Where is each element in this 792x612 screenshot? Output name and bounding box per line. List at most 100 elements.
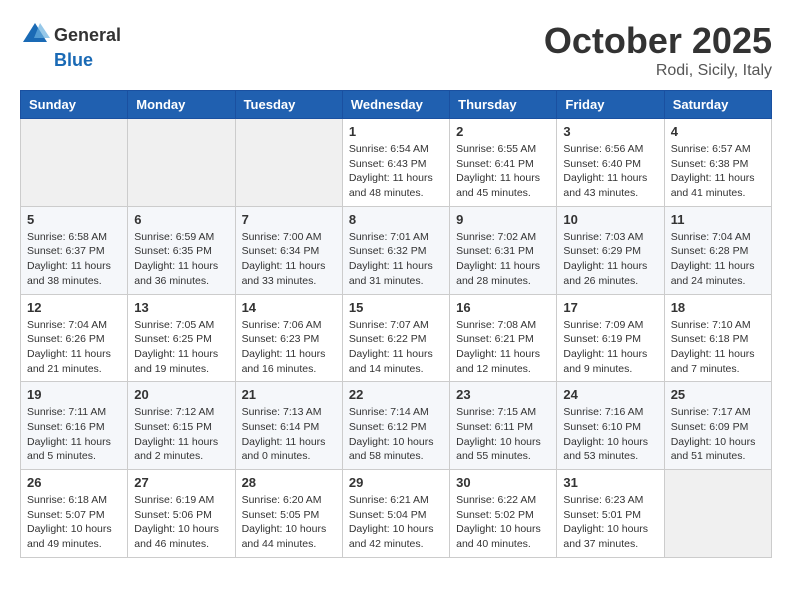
day-number: 26 (27, 475, 121, 490)
logo-blue-text: Blue (54, 50, 93, 71)
day-info: Sunrise: 7:13 AM Sunset: 6:14 PM Dayligh… (242, 405, 336, 464)
day-number: 29 (349, 475, 443, 490)
calendar-cell: 19 Sunrise: 7:11 AM Sunset: 6:16 PM Dayli… (21, 382, 128, 470)
day-number: 5 (27, 212, 121, 227)
day-number: 24 (563, 387, 657, 402)
calendar-week-row: 12Sunrise: 7:04 AM Sunset: 6:26 PM Dayli… (21, 294, 772, 382)
calendar-cell (128, 119, 235, 207)
day-number: 6 (134, 212, 228, 227)
calendar-cell: 11 Sunrise: 7:04 AM Sunset: 6:28 PM Dayli… (664, 206, 771, 294)
day-number: 4 (671, 124, 765, 139)
calendar-cell: 31 Sunrise: 6:23 AM Sunset: 5:01 PM Dayli… (557, 470, 664, 558)
calendar-cell: 25 Sunrise: 7:17 AM Sunset: 6:09 PM Dayli… (664, 382, 771, 470)
day-info: Sunrise: 6:54 AM Sunset: 6:43 PM Dayligh… (349, 142, 443, 201)
day-number: 28 (242, 475, 336, 490)
day-info: Sunrise: 7:17 AM Sunset: 6:09 PM Dayligh… (671, 405, 765, 464)
calendar-cell: 17 Sunrise: 7:09 AM Sunset: 6:19 PM Dayli… (557, 294, 664, 382)
calendar-week-row: 26 Sunrise: 6:18 AM Sunset: 5:07 PM Dayli… (21, 470, 772, 558)
calendar-cell: 30Sunrise: 6:22 AM Sunset: 5:02 PM Dayli… (450, 470, 557, 558)
calendar-cell: 16 Sunrise: 7:08 AM Sunset: 6:21 PM Dayli… (450, 294, 557, 382)
day-info: Sunrise: 7:15 AM Sunset: 6:11 PM Dayligh… (456, 405, 550, 464)
day-info: Sunrise: 6:18 AM Sunset: 5:07 PM Dayligh… (27, 493, 121, 552)
calendar-cell: 7 Sunrise: 7:00 AM Sunset: 6:34 PM Daylig… (235, 206, 342, 294)
month-title: October 2025 (544, 20, 772, 62)
day-number: 19 (27, 387, 121, 402)
day-info: Sunrise: 7:09 AM Sunset: 6:19 PM Dayligh… (563, 318, 657, 377)
day-number: 9 (456, 212, 550, 227)
calendar-cell: 5 Sunrise: 6:58 AM Sunset: 6:37 PM Daylig… (21, 206, 128, 294)
title-area: October 2025 Rodi, Sicily, Italy (544, 20, 772, 80)
calendar-cell: 10 Sunrise: 7:03 AM Sunset: 6:29 PM Dayli… (557, 206, 664, 294)
day-number: 11 (671, 212, 765, 227)
day-number: 13 (134, 300, 228, 315)
day-info: Sunrise: 7:11 AM Sunset: 6:16 PM Dayligh… (27, 405, 121, 464)
day-info: Sunrise: 6:55 AM Sunset: 6:41 PM Dayligh… (456, 142, 550, 201)
logo-icon (20, 20, 50, 50)
day-info: Sunrise: 7:00 AM Sunset: 6:34 PM Dayligh… (242, 230, 336, 289)
weekday-header: Tuesday (235, 91, 342, 119)
day-number: 12 (27, 300, 121, 315)
day-info: Sunrise: 7:03 AM Sunset: 6:29 PM Dayligh… (563, 230, 657, 289)
day-info: Sunrise: 6:59 AM Sunset: 6:35 PM Dayligh… (134, 230, 228, 289)
weekday-header: Friday (557, 91, 664, 119)
day-info: Sunrise: 7:01 AM Sunset: 6:32 PM Dayligh… (349, 230, 443, 289)
day-info: Sunrise: 7:12 AM Sunset: 6:15 PM Dayligh… (134, 405, 228, 464)
day-number: 20 (134, 387, 228, 402)
calendar-cell: 13Sunrise: 7:05 AM Sunset: 6:25 PM Dayli… (128, 294, 235, 382)
calendar-cell: 24 Sunrise: 7:16 AM Sunset: 6:10 PM Dayli… (557, 382, 664, 470)
calendar-cell: 29Sunrise: 6:21 AM Sunset: 5:04 PM Dayli… (342, 470, 449, 558)
day-number: 21 (242, 387, 336, 402)
day-info: Sunrise: 6:58 AM Sunset: 6:37 PM Dayligh… (27, 230, 121, 289)
day-number: 17 (563, 300, 657, 315)
calendar-cell: 6 Sunrise: 6:59 AM Sunset: 6:35 PM Daylig… (128, 206, 235, 294)
day-number: 25 (671, 387, 765, 402)
day-info: Sunrise: 7:07 AM Sunset: 6:22 PM Dayligh… (349, 318, 443, 377)
day-number: 2 (456, 124, 550, 139)
calendar-cell: 22 Sunrise: 7:14 AM Sunset: 6:12 PM Dayli… (342, 382, 449, 470)
weekday-header: Saturday (664, 91, 771, 119)
calendar-table: SundayMondayTuesdayWednesdayThursdayFrid… (20, 90, 772, 558)
day-number: 1 (349, 124, 443, 139)
calendar-cell (235, 119, 342, 207)
calendar-cell: 8 Sunrise: 7:01 AM Sunset: 6:32 PM Daylig… (342, 206, 449, 294)
location-title: Rodi, Sicily, Italy (544, 62, 772, 80)
calendar-cell: 21 Sunrise: 7:13 AM Sunset: 6:14 PM Dayli… (235, 382, 342, 470)
day-info: Sunrise: 7:14 AM Sunset: 6:12 PM Dayligh… (349, 405, 443, 464)
day-info: Sunrise: 7:02 AM Sunset: 6:31 PM Dayligh… (456, 230, 550, 289)
day-number: 23 (456, 387, 550, 402)
day-number: 14 (242, 300, 336, 315)
day-info: Sunrise: 7:04 AM Sunset: 6:28 PM Dayligh… (671, 230, 765, 289)
calendar-cell: 18Sunrise: 7:10 AM Sunset: 6:18 PM Dayli… (664, 294, 771, 382)
weekday-header: Wednesday (342, 91, 449, 119)
calendar-cell: 9 Sunrise: 7:02 AM Sunset: 6:31 PM Daylig… (450, 206, 557, 294)
day-number: 7 (242, 212, 336, 227)
day-number: 31 (563, 475, 657, 490)
day-info: Sunrise: 6:57 AM Sunset: 6:38 PM Dayligh… (671, 142, 765, 201)
day-number: 3 (563, 124, 657, 139)
calendar-cell: 27 Sunrise: 6:19 AM Sunset: 5:06 PM Dayli… (128, 470, 235, 558)
day-info: Sunrise: 6:19 AM Sunset: 5:06 PM Dayligh… (134, 493, 228, 552)
day-number: 22 (349, 387, 443, 402)
day-info: Sunrise: 6:56 AM Sunset: 6:40 PM Dayligh… (563, 142, 657, 201)
weekday-header: Sunday (21, 91, 128, 119)
calendar-cell: 14 Sunrise: 7:06 AM Sunset: 6:23 PM Dayli… (235, 294, 342, 382)
calendar-cell: 23 Sunrise: 7:15 AM Sunset: 6:11 PM Dayli… (450, 382, 557, 470)
weekday-header: Monday (128, 91, 235, 119)
day-number: 8 (349, 212, 443, 227)
calendar-cell: 26 Sunrise: 6:18 AM Sunset: 5:07 PM Dayli… (21, 470, 128, 558)
calendar-week-row: 19 Sunrise: 7:11 AM Sunset: 6:16 PM Dayli… (21, 382, 772, 470)
calendar-cell: 12Sunrise: 7:04 AM Sunset: 6:26 PM Dayli… (21, 294, 128, 382)
calendar-week-row: 5 Sunrise: 6:58 AM Sunset: 6:37 PM Daylig… (21, 206, 772, 294)
day-number: 30 (456, 475, 550, 490)
day-number: 16 (456, 300, 550, 315)
day-number: 27 (134, 475, 228, 490)
logo-general-text: General (54, 25, 121, 46)
day-info: Sunrise: 6:20 AM Sunset: 5:05 PM Dayligh… (242, 493, 336, 552)
day-info: Sunrise: 7:06 AM Sunset: 6:23 PM Dayligh… (242, 318, 336, 377)
day-info: Sunrise: 6:23 AM Sunset: 5:01 PM Dayligh… (563, 493, 657, 552)
weekday-header: Thursday (450, 91, 557, 119)
day-number: 10 (563, 212, 657, 227)
day-info: Sunrise: 7:08 AM Sunset: 6:21 PM Dayligh… (456, 318, 550, 377)
day-info: Sunrise: 7:16 AM Sunset: 6:10 PM Dayligh… (563, 405, 657, 464)
calendar-week-row: 1 Sunrise: 6:54 AM Sunset: 6:43 PM Daylig… (21, 119, 772, 207)
